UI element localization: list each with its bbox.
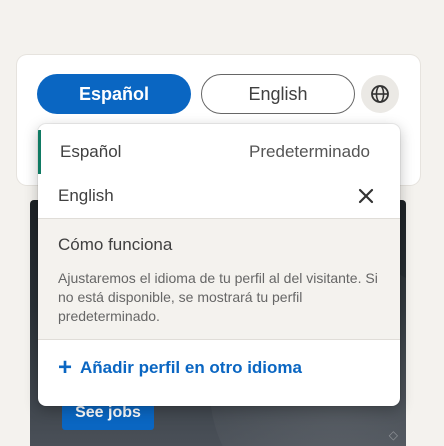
dropdown-item-label: Español	[60, 142, 122, 161]
how-it-works-title: Cómo funciona	[58, 235, 173, 254]
add-language-label: Añadir perfil en otro idioma	[80, 358, 302, 377]
close-icon	[358, 188, 374, 204]
dropdown-item-label: English	[58, 186, 114, 205]
default-tag: Predeterminado	[249, 142, 370, 161]
plus-icon: +	[58, 354, 73, 381]
dropdown-item-english[interactable]: English	[38, 174, 400, 218]
how-it-works-body: Ajustaremos el idioma de tu perfil al de…	[58, 270, 378, 324]
how-it-works-panel: Cómo funciona Ajustaremos el idioma de t…	[38, 218, 400, 340]
add-language-profile-link[interactable]: + Añadir perfil en otro idioma	[58, 354, 302, 381]
globe-icon	[371, 85, 389, 103]
language-english-button[interactable]: English	[201, 74, 355, 114]
remove-language-button[interactable]	[356, 186, 376, 206]
watermark: ◇	[388, 428, 398, 442]
language-espanol-button[interactable]: Español	[37, 74, 191, 114]
globe-button[interactable]	[361, 75, 399, 113]
dropdown-item-espanol[interactable]: Español Predeterminado	[38, 130, 400, 174]
language-dropdown: Español Predeterminado English Cómo func…	[38, 124, 400, 406]
